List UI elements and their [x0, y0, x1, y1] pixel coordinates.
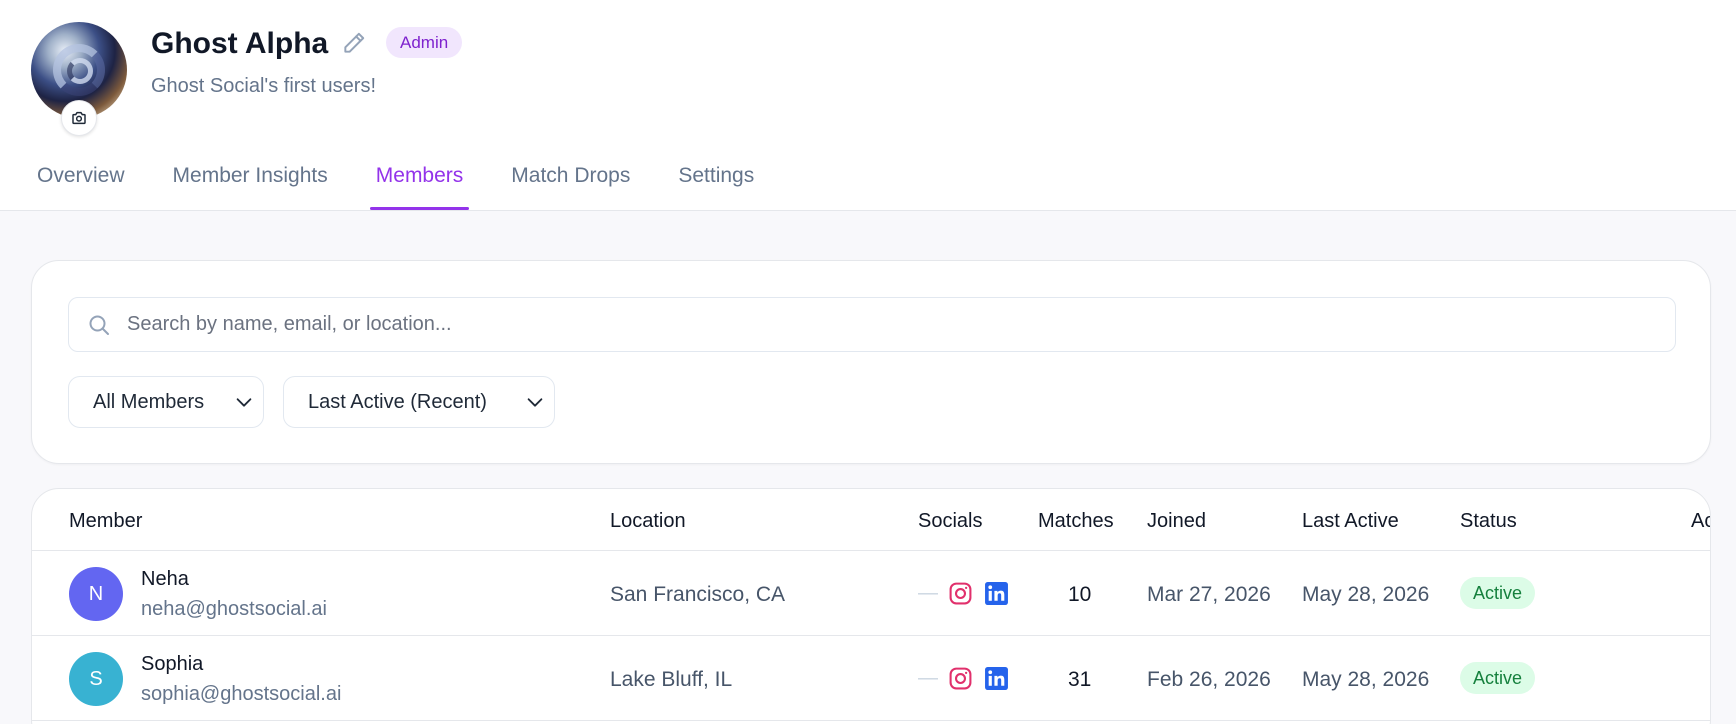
sort-value: Last Active (Recent) — [308, 390, 487, 413]
member-last-active: May 28, 2026 — [1302, 668, 1430, 691]
search-box[interactable] — [68, 297, 1676, 352]
column-header-member[interactable]: Member — [69, 509, 142, 533]
status-badge: Active — [1460, 662, 1536, 694]
tab-bar: Overview Member Insights Members Match D… — [37, 155, 802, 210]
column-header-actions[interactable]: Ac — [1691, 509, 1710, 533]
instagram-icon[interactable] — [948, 581, 973, 606]
socials-empty-dash: — — [918, 667, 938, 689]
column-header-matches[interactable]: Matches — [1038, 509, 1114, 533]
change-photo-button[interactable] — [61, 100, 97, 136]
table-row[interactable]: S Sophia sophia@ghostsocial.ai Lake Bluf… — [32, 636, 1710, 721]
column-header-status[interactable]: Status — [1460, 509, 1517, 533]
linkedin-icon[interactable] — [984, 581, 1009, 606]
member-location: Lake Bluff, IL — [610, 668, 733, 691]
sort-select[interactable]: Last Active (Recent) — [283, 376, 555, 428]
camera-icon — [72, 111, 86, 125]
column-header-socials[interactable]: Socials — [918, 509, 982, 533]
tab-members[interactable]: Members — [369, 155, 469, 210]
member-email: sophia@ghostsocial.ai — [141, 683, 342, 705]
page-subtitle: Ghost Social's first users! — [151, 75, 376, 97]
table-row[interactable]: N Neha neha@ghostsocial.ai San Francisco… — [32, 551, 1710, 636]
avatar: N — [69, 567, 123, 621]
page-title: Ghost Alpha — [151, 27, 329, 60]
column-header-location[interactable]: Location — [610, 509, 686, 533]
member-last-active: May 28, 2026 — [1302, 583, 1430, 606]
chevron-down-icon — [527, 398, 543, 407]
tab-overview[interactable]: Overview — [37, 155, 125, 197]
members-table: Member Location Socials Matches Joined L… — [31, 488, 1711, 724]
tab-member-insights[interactable]: Member Insights — [173, 155, 328, 197]
member-joined: Feb 26, 2026 — [1147, 668, 1271, 691]
chevron-down-icon — [236, 398, 252, 407]
member-filter-select[interactable]: All Members — [68, 376, 264, 428]
tab-settings[interactable]: Settings — [678, 155, 754, 197]
tab-match-drops[interactable]: Match Drops — [511, 155, 630, 197]
column-header-last-active[interactable]: Last Active — [1302, 509, 1399, 533]
avatar-swirl-inner-decoration — [67, 58, 93, 84]
linkedin-icon[interactable] — [984, 666, 1009, 691]
member-location: San Francisco, CA — [610, 583, 786, 606]
member-name: Neha — [141, 568, 189, 590]
status-badge: Active — [1460, 577, 1536, 609]
instagram-icon[interactable] — [948, 666, 973, 691]
member-matches: 31 — [1068, 668, 1092, 691]
search-input[interactable] — [127, 313, 1627, 336]
member-matches: 10 — [1068, 583, 1092, 606]
column-header-joined[interactable]: Joined — [1147, 509, 1206, 533]
avatar: S — [69, 652, 123, 706]
table-header: Member Location Socials Matches Joined L… — [32, 489, 1710, 551]
pencil-icon[interactable] — [341, 30, 367, 56]
member-email: neha@ghostsocial.ai — [141, 598, 327, 620]
search-icon — [89, 315, 109, 335]
member-name: Sophia — [141, 653, 204, 675]
group-header: Ghost Alpha Admin Ghost Social's first u… — [0, 0, 1736, 211]
member-joined: Mar 27, 2026 — [1147, 583, 1271, 606]
role-badge: Admin — [386, 27, 463, 58]
filter-panel: All Members Last Active (Recent) — [31, 260, 1711, 464]
member-filter-value: All Members — [93, 390, 205, 413]
socials-empty-dash: — — [918, 582, 938, 604]
